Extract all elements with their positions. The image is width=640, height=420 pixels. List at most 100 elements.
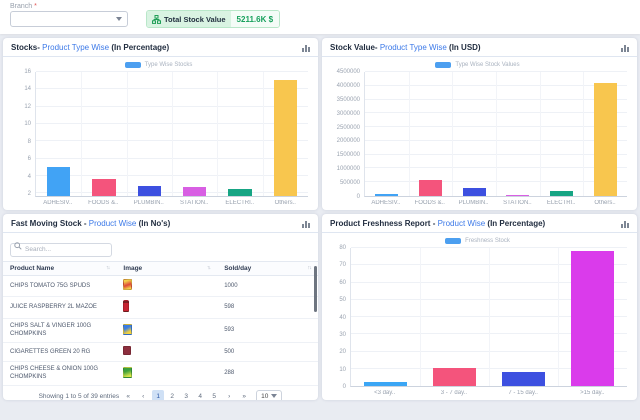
- last-page-button[interactable]: »: [238, 390, 250, 400]
- panel-title: Fast Moving Stock - Product Wise (In No'…: [11, 219, 170, 228]
- y-tick-label: 1000000: [337, 166, 360, 172]
- y-tick-label: 70: [339, 262, 346, 268]
- next-page-button[interactable]: ›: [223, 390, 235, 400]
- freshness-legend[interactable]: Freshness Stock: [328, 236, 627, 246]
- product-name: CHIPS TOMATO 75G SPUDS: [3, 275, 116, 296]
- stocks-bar-1[interactable]: [47, 167, 71, 196]
- stock-value-bar-2[interactable]: [419, 180, 442, 196]
- branch-select[interactable]: [10, 11, 128, 27]
- product-wise-link[interactable]: Product Wise: [89, 219, 137, 228]
- y-tick-label: 4500000: [337, 69, 360, 75]
- product-type-wise-link[interactable]: Product Type Wise: [42, 43, 109, 52]
- first-page-button[interactable]: «: [122, 390, 134, 400]
- stock-value-bar-3[interactable]: [463, 188, 486, 196]
- table-scrollbar[interactable]: [314, 266, 317, 312]
- x-axis-label: ADHESIV..: [35, 200, 81, 206]
- page-button-5[interactable]: 5: [208, 390, 220, 400]
- branch-label: Branch *: [10, 3, 128, 10]
- panel-title: Product Freshness Report - Product Wise …: [330, 219, 545, 228]
- y-tick-label: 3500000: [337, 97, 360, 103]
- y-tick-label: 6: [28, 156, 31, 162]
- freshness-bar-4[interactable]: [571, 251, 614, 386]
- page-button-3[interactable]: 3: [180, 390, 192, 400]
- table-row[interactable]: CHIPS TOMATO 75G SPUDS1000: [3, 275, 318, 296]
- title-unit: (In Percentage): [111, 43, 169, 52]
- x-axis-label: Others..: [583, 200, 627, 206]
- product-image-cell: [116, 318, 217, 342]
- stocks-bar-4[interactable]: [183, 187, 207, 196]
- y-tick-label: 4000000: [337, 83, 360, 89]
- total-stock-label: Total Stock Value: [164, 15, 226, 24]
- y-tick-label: 60: [339, 280, 346, 286]
- page-button-1[interactable]: 1: [152, 390, 164, 400]
- sitemap-icon: [152, 15, 161, 24]
- freshness-y-axis: 01020304050607080: [328, 248, 350, 387]
- stocks-bar-2[interactable]: [92, 179, 116, 196]
- page-button-4[interactable]: 4: [194, 390, 206, 400]
- title-text: Stock Value-: [330, 43, 378, 52]
- cigarette-pack-maroon-image: [123, 346, 131, 355]
- stocks-bar-5[interactable]: [228, 189, 252, 196]
- table-row[interactable]: JUICE RASPBERRY 2L MAZOE598: [3, 296, 318, 318]
- freshness-bar-2[interactable]: [433, 368, 476, 386]
- fast-moving-table: Product Name↑↓Image↑↓ Sold/day ↑↓ CHIPS TO…: [3, 261, 318, 386]
- y-tick-label: 1500000: [337, 152, 360, 158]
- column-header-image[interactable]: Image↑↓: [116, 261, 217, 275]
- title-unit: (In No's): [139, 219, 171, 228]
- stock-value-plot-area: [364, 72, 627, 197]
- page-button-2[interactable]: 2: [166, 390, 178, 400]
- sold-per-day: 593: [217, 318, 318, 342]
- legend-swatch-icon: [125, 62, 141, 68]
- stock-value-bar-5[interactable]: [550, 191, 573, 196]
- y-tick-label: 16: [24, 69, 31, 75]
- legend-label: Type Wise Stocks: [145, 62, 193, 68]
- legend-swatch-icon: [435, 62, 451, 68]
- stock-value-bar-6[interactable]: [594, 83, 617, 196]
- bar-chart-icon[interactable]: [302, 43, 310, 52]
- stocks-bar-6[interactable]: [274, 80, 298, 196]
- x-axis-label: 3 - 7 day..: [419, 390, 488, 396]
- y-tick-label: 30: [339, 332, 346, 338]
- stock-value-chart: Type Wise Stock Values050000010000001500…: [322, 57, 637, 210]
- chevron-down-icon: [116, 17, 122, 21]
- stock-value-legend[interactable]: Type Wise Stock Values: [328, 60, 627, 70]
- freshness-bar-1[interactable]: [364, 382, 407, 386]
- chevron-down-icon: [271, 394, 277, 398]
- stock-value-bar-4[interactable]: [506, 195, 529, 197]
- page-number-buttons: 12345: [152, 390, 220, 400]
- total-stock-value-badge: Total Stock Value 5211.6K $: [146, 10, 280, 28]
- title-unit: (In Percentage): [487, 219, 545, 228]
- stocks-legend[interactable]: Type Wise Stocks: [9, 60, 308, 70]
- sort-icon[interactable]: ↑↓: [308, 265, 312, 271]
- table-row[interactable]: CHIPS CHEESE & ONION 100G CHOMPKINS288: [3, 361, 318, 385]
- sort-icon[interactable]: ↑↓: [106, 265, 110, 271]
- legend-label: Type Wise Stock Values: [455, 62, 519, 68]
- stock-value-bar-1[interactable]: [375, 194, 398, 196]
- product-type-wise-link[interactable]: Product Type Wise: [380, 43, 447, 52]
- stock-value-panel: Stock Value- Product Type Wise (In USD) …: [322, 38, 637, 210]
- column-header-product-name[interactable]: Product Name↑↓: [3, 261, 116, 275]
- y-tick-label: 0: [357, 194, 360, 200]
- bar-chart-icon[interactable]: [621, 219, 629, 228]
- stocks-y-axis: 246810121416: [9, 72, 35, 197]
- sort-icon[interactable]: ↑↓: [207, 265, 211, 271]
- stock-value-y-axis: 0500000100000015000002000000250000030000…: [328, 72, 364, 197]
- x-axis-label: 7 - 15 day..: [489, 390, 558, 396]
- table-row[interactable]: CHIPS SALT & VINGER 100G CHOMPKINS593: [3, 318, 318, 342]
- product-wise-link[interactable]: Product Wise: [438, 219, 486, 228]
- title-text: Product Freshness Report -: [330, 219, 435, 228]
- stocks-bar-3[interactable]: [138, 186, 162, 196]
- column-label: Sold/day: [224, 265, 251, 272]
- table-row[interactable]: CIGARETTES GREEN 20 RG500: [3, 342, 318, 361]
- page-size-select[interactable]: 10: [256, 390, 282, 401]
- bar-chart-icon[interactable]: [621, 43, 629, 52]
- search-input[interactable]: [10, 243, 112, 257]
- prev-page-button[interactable]: ‹: [137, 390, 149, 400]
- bar-chart-icon[interactable]: [302, 219, 310, 228]
- product-name: CHIPS CHEESE & ONION 100G CHOMPKINS: [3, 361, 116, 385]
- column-header-sold-day[interactable]: Sold/day ↑↓: [217, 261, 318, 275]
- freshness-bar-3[interactable]: [502, 372, 545, 386]
- legend-swatch-icon: [445, 238, 461, 244]
- title-text: Fast Moving Stock -: [11, 219, 87, 228]
- product-image-cell: [116, 361, 217, 385]
